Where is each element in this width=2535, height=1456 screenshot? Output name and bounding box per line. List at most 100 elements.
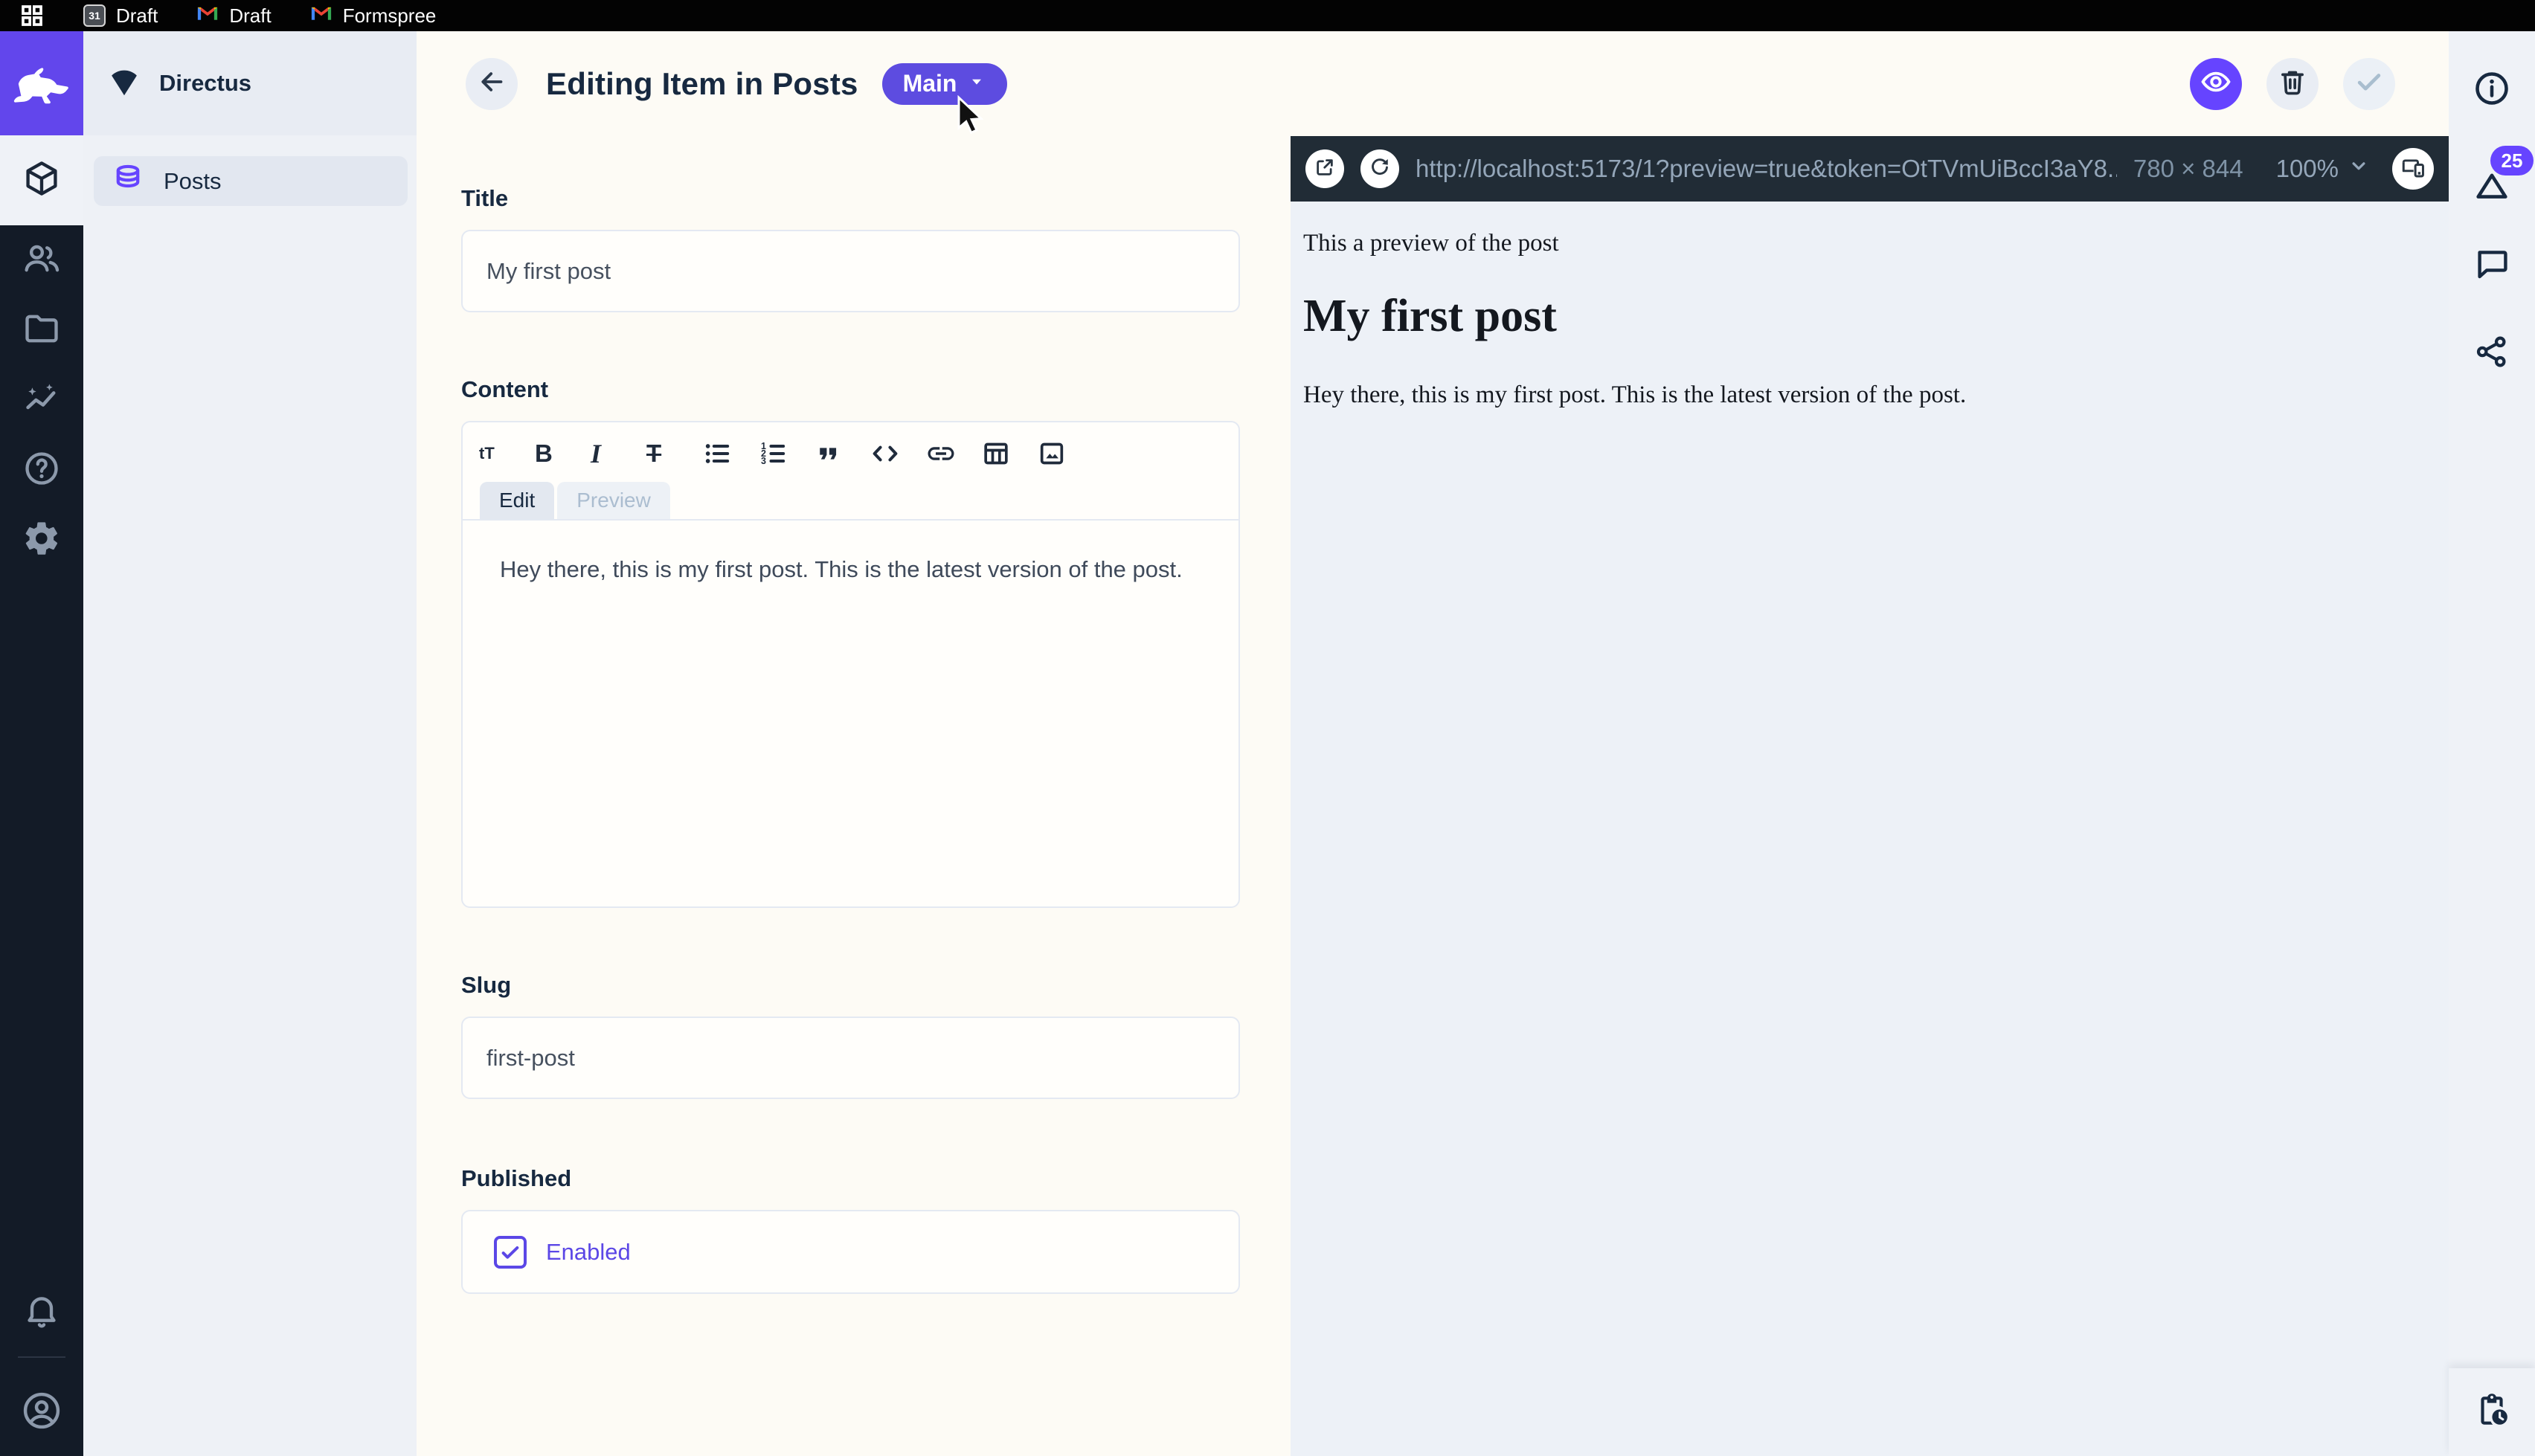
devices-icon xyxy=(2400,155,2426,184)
main-area: Editing Item in Posts Main xyxy=(417,31,2449,1456)
right-sidebar: 25 xyxy=(2449,31,2535,1456)
gear-icon xyxy=(22,519,61,561)
nav-item-label: Posts xyxy=(164,168,222,195)
editor-tab-preview[interactable]: Preview xyxy=(557,482,670,519)
database-icon xyxy=(112,163,144,199)
bold-icon[interactable]: B xyxy=(535,439,591,468)
browser-tab-strip: 31 Draft Draft xyxy=(0,0,2535,31)
nav-item-posts[interactable]: Posts xyxy=(94,156,408,206)
page-title: Editing Item in Posts xyxy=(546,66,858,102)
notifications-button[interactable] xyxy=(0,1273,83,1350)
preview-url[interactable]: http://localhost:5173/1?preview=true&tok… xyxy=(1416,155,2117,183)
module-help[interactable] xyxy=(0,435,83,505)
format-size-icon[interactable]: tT xyxy=(479,444,535,463)
share-icon xyxy=(2474,334,2510,373)
module-files[interactable] xyxy=(0,295,83,365)
caret-down-icon xyxy=(967,70,986,97)
account-button[interactable] xyxy=(0,1368,83,1456)
device-frame-button[interactable] xyxy=(2392,148,2434,190)
title-input[interactable]: My first post xyxy=(461,230,1240,312)
back-button[interactable] xyxy=(466,58,518,110)
live-preview-button[interactable] xyxy=(2190,58,2242,110)
published-field: Enabled xyxy=(461,1210,1240,1294)
apps-grid-icon[interactable] xyxy=(19,3,45,28)
insights-icon xyxy=(22,379,61,422)
published-checkbox[interactable] xyxy=(494,1236,527,1269)
editor-tab-edit[interactable]: Edit xyxy=(480,482,554,519)
field-label-content: Content xyxy=(461,376,1240,403)
save-button[interactable] xyxy=(2343,58,2395,110)
delete-button[interactable] xyxy=(2266,58,2319,110)
zoom-select[interactable]: 100% xyxy=(2276,155,2370,183)
item-form: Title My first post Content tT B I T xyxy=(417,136,1291,1456)
zoom-value: 100% xyxy=(2276,155,2339,183)
comments-button[interactable] xyxy=(2449,222,2535,309)
module-content[interactable] xyxy=(0,135,83,225)
field-label-title: Title xyxy=(461,185,1240,212)
markdown-editor: tT B I T xyxy=(461,421,1240,908)
refresh-icon xyxy=(1369,156,1391,182)
folder-icon xyxy=(22,309,61,352)
field-label-slug: Slug xyxy=(461,972,1240,999)
bullet-list-icon[interactable] xyxy=(702,439,758,468)
app-root: 31 Draft Draft xyxy=(0,0,2535,1456)
module-insights[interactable] xyxy=(0,365,83,435)
title-value: My first post xyxy=(486,258,611,285)
eye-icon xyxy=(2200,65,2232,102)
module-settings[interactable] xyxy=(0,505,83,575)
preview-document: This a preview of the post My first post… xyxy=(1291,202,2449,409)
info-button[interactable] xyxy=(2449,46,2535,134)
directus-logo[interactable] xyxy=(0,31,83,135)
link-icon[interactable] xyxy=(925,438,981,469)
preview-heading: My first post xyxy=(1303,290,2434,343)
live-preview-panel: http://localhost:5173/1?preview=true&tok… xyxy=(1291,136,2449,1456)
module-bar-divider xyxy=(18,1356,65,1358)
users-icon xyxy=(22,239,61,282)
check-icon xyxy=(2353,65,2385,102)
browser-tab-label: Draft xyxy=(229,4,271,28)
comment-icon xyxy=(2474,246,2510,286)
chevron-down-icon xyxy=(2348,155,2370,183)
project-wedge-icon xyxy=(107,65,141,103)
browser-tab[interactable]: Formspree xyxy=(310,4,437,28)
slug-input[interactable]: first-post xyxy=(461,1017,1240,1099)
help-icon xyxy=(22,449,61,492)
revisions-count-badge: 25 xyxy=(2490,146,2534,175)
content-value: Hey there, this is my first post. This i… xyxy=(500,556,1183,582)
directus-rabbit-logo-icon xyxy=(13,59,71,108)
revisions-button[interactable]: 25 xyxy=(2449,134,2535,222)
preview-body-text: Hey there, this is my first post. This i… xyxy=(1303,381,2434,409)
published-checkbox-label: Enabled xyxy=(546,1239,631,1266)
open-in-new-button[interactable] xyxy=(1305,149,1344,188)
field-label-published: Published xyxy=(461,1165,1240,1192)
module-users[interactable] xyxy=(0,225,83,295)
quote-icon[interactable] xyxy=(814,439,870,468)
account-circle-icon xyxy=(21,1390,62,1435)
version-label: Main xyxy=(903,70,957,97)
flows-button[interactable] xyxy=(2449,1368,2535,1456)
shares-button[interactable] xyxy=(2449,309,2535,397)
svg-text:3: 3 xyxy=(761,456,766,466)
preview-dimensions: 780 × 844 xyxy=(2133,155,2243,183)
refresh-button[interactable] xyxy=(1360,149,1399,188)
image-icon[interactable] xyxy=(1037,439,1067,468)
table-icon[interactable] xyxy=(981,439,1037,468)
browser-tab[interactable]: Draft xyxy=(196,4,271,28)
arrow-left-icon xyxy=(477,67,507,100)
italic-icon[interactable]: I xyxy=(591,438,646,469)
cube-icon xyxy=(22,159,61,202)
project-header[interactable]: Directus xyxy=(83,31,417,135)
browser-tab[interactable]: 31 Draft xyxy=(83,4,158,28)
open-in-new-icon xyxy=(1314,156,1336,182)
preview-toolbar: http://localhost:5173/1?preview=true&tok… xyxy=(1291,136,2449,202)
preview-intro-text: This a preview of the post xyxy=(1303,230,2434,257)
code-icon[interactable] xyxy=(870,438,925,469)
page-header: Editing Item in Posts Main xyxy=(417,31,2449,136)
calendar-icon: 31 xyxy=(83,4,106,27)
content-textarea[interactable]: Hey there, this is my first post. This i… xyxy=(463,521,1238,619)
nav-sidebar: Directus Posts xyxy=(83,31,417,1456)
numbered-list-icon[interactable]: 1 2 3 xyxy=(758,439,814,468)
strikethrough-icon[interactable]: T xyxy=(646,439,702,468)
info-icon xyxy=(2473,69,2511,112)
browser-tab-label: Draft xyxy=(116,4,158,28)
